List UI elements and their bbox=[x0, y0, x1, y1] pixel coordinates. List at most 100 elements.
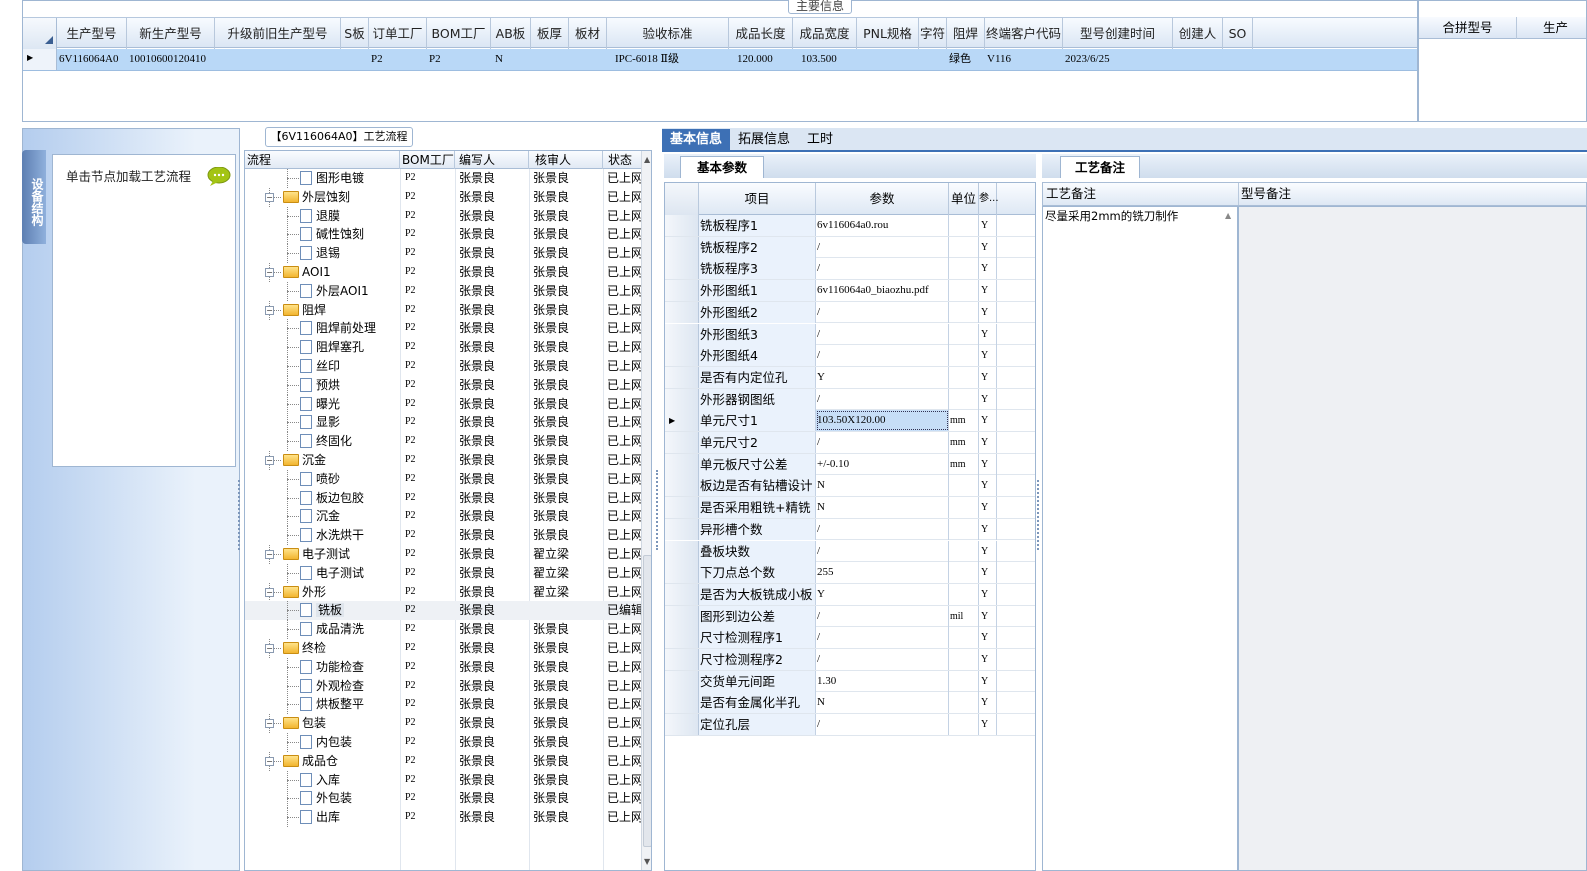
status-col-header[interactable]: 状态 bbox=[603, 151, 641, 169]
col-header-3[interactable]: S板 bbox=[341, 18, 369, 49]
flow-row[interactable]: 退锡 P2 张景良 张景良 已上网 bbox=[245, 244, 641, 264]
flow-row[interactable]: 板边包胶 P2 张景良 张景良 已上网 bbox=[245, 488, 641, 508]
flow-row[interactable]: 碱性蚀刻 P2 张景良 张景良 已上网 bbox=[245, 225, 641, 245]
cell-6[interactable]: N bbox=[491, 49, 531, 70]
flow-row[interactable]: − 外层蚀刻 P2 张景良 张景良 已上网 bbox=[245, 187, 641, 207]
cell-13[interactable] bbox=[919, 49, 947, 70]
param-row-header[interactable] bbox=[665, 280, 699, 302]
flow-row[interactable]: − AOI1 P2 张景良 张景良 已上网 bbox=[245, 263, 641, 282]
param-row[interactable]: 异形槽个数 / Y bbox=[665, 518, 1035, 541]
writer-col-header[interactable]: 编写人 bbox=[455, 151, 529, 169]
cell-2[interactable] bbox=[215, 49, 341, 70]
tab-process-notes[interactable]: 工艺备注 bbox=[1060, 156, 1140, 178]
top-grid-corner[interactable] bbox=[23, 18, 57, 49]
param-row-header[interactable] bbox=[665, 453, 699, 475]
flow-row[interactable]: − 电子测试 P2 张景良 翟立梁 已上网 bbox=[245, 545, 641, 564]
cell-18[interactable] bbox=[1223, 49, 1253, 70]
notes-scroll-up-icon[interactable]: ▲ bbox=[1225, 211, 1231, 220]
param-value[interactable]: / bbox=[816, 714, 949, 736]
flow-row[interactable]: 预烘 P2 张景良 张景良 已上网 bbox=[245, 375, 641, 395]
param-row[interactable]: 叠板块数 / Y bbox=[665, 540, 1035, 563]
param-row-header[interactable] bbox=[665, 540, 699, 562]
param-row[interactable]: 外形器钢图纸 / Y bbox=[665, 388, 1035, 411]
scroll-up-icon[interactable]: ▲ bbox=[644, 155, 650, 164]
flow-row[interactable]: 喷砂 P2 张景良 张景良 已上网 bbox=[245, 469, 641, 489]
param-row[interactable]: 铣板程序1 6v116064a0.rou Y bbox=[665, 215, 1035, 237]
param-value[interactable]: 6v116064a0_biaozhu.pdf bbox=[816, 280, 949, 302]
flow-col-header[interactable]: 流程 bbox=[245, 151, 400, 169]
param-row-header[interactable] bbox=[665, 714, 699, 736]
col-header-8[interactable]: 板材 bbox=[569, 18, 607, 49]
param-row[interactable]: 是否有内定位孔 Y Y bbox=[665, 366, 1035, 389]
item-col-header[interactable]: 项目 bbox=[699, 183, 816, 215]
param-value[interactable]: / bbox=[816, 605, 949, 627]
param-value[interactable]: 1.30 bbox=[816, 670, 949, 692]
param-row-header[interactable] bbox=[665, 605, 699, 627]
param-row[interactable]: 定位孔层 / Y bbox=[665, 714, 1035, 736]
collapse-toggle-icon[interactable]: − bbox=[265, 587, 274, 597]
param-row[interactable]: ▶ 单元尺寸1 103.50X120.00 mm Y bbox=[665, 410, 1035, 432]
flow-row[interactable]: 铣板 P2 张景良 已编辑 bbox=[245, 601, 641, 621]
col-header-17[interactable]: 创建人 bbox=[1173, 18, 1223, 49]
col-header-5[interactable]: BOM工厂 bbox=[427, 18, 491, 49]
flow-row[interactable]: 曝光 P2 张景良 张景良 已上网 bbox=[245, 394, 641, 414]
param-value[interactable]: / bbox=[816, 388, 949, 410]
flow-row[interactable]: 烘板整平 P2 张景良 张景良 已上网 bbox=[245, 695, 641, 715]
col-header-4[interactable]: 订单工厂 bbox=[369, 18, 427, 49]
param-value[interactable]: 6v116064a0.rou bbox=[816, 215, 949, 236]
param-value[interactable]: / bbox=[816, 345, 949, 367]
param-value[interactable]: / bbox=[816, 236, 949, 258]
param-row-header[interactable] bbox=[665, 301, 699, 323]
param-value[interactable]: / bbox=[816, 323, 949, 345]
col-header-12[interactable]: PNL规格 bbox=[857, 18, 919, 49]
col-header-6[interactable]: AB板 bbox=[491, 18, 531, 49]
tree-scrollbar[interactable]: ▲ ▼ bbox=[641, 151, 651, 870]
collapse-toggle-icon[interactable]: − bbox=[265, 719, 274, 729]
flow-row[interactable]: 电子测试 P2 张景良 翟立梁 已上网 bbox=[245, 563, 641, 583]
param-row-header[interactable] bbox=[665, 562, 699, 584]
param-row-header[interactable] bbox=[665, 366, 699, 388]
main-info-tab[interactable]: 主要信息 bbox=[788, 0, 852, 14]
flow-row[interactable]: 外观检查 P2 张景良 张景良 已上网 bbox=[245, 676, 641, 696]
flow-row[interactable]: − 终检 P2 张景良 张景良 已上网 bbox=[245, 639, 641, 658]
cell-0[interactable]: 6V116064A0 bbox=[57, 49, 127, 70]
flow-row[interactable]: 水洗烘干 P2 张景良 张景良 已上网 bbox=[245, 526, 641, 546]
cell-5[interactable]: P2 bbox=[427, 49, 491, 70]
param-row-header[interactable] bbox=[665, 345, 699, 367]
cell-16[interactable]: 2023/6/25 bbox=[1063, 49, 1173, 70]
flow-row[interactable]: 外层AOI1 P2 张景良 张景良 已上网 bbox=[245, 281, 641, 301]
param-row[interactable]: 外形图纸2/ Y bbox=[665, 301, 1035, 324]
cell-17[interactable] bbox=[1173, 49, 1223, 70]
param-row-header[interactable] bbox=[665, 692, 699, 714]
scroll-down-icon[interactable]: ▼ bbox=[644, 857, 650, 866]
param-value[interactable]: / bbox=[816, 540, 949, 562]
cell-14[interactable]: 绿色 bbox=[947, 49, 985, 70]
right-splitter-handle[interactable] bbox=[1037, 480, 1041, 550]
param-row[interactable]: 尺寸检测程序2/ Y bbox=[665, 649, 1035, 671]
param-value[interactable]: / bbox=[816, 518, 949, 540]
param-row[interactable]: 单元尺寸2/mm Y bbox=[665, 432, 1035, 454]
cell-3[interactable] bbox=[341, 49, 369, 70]
tab-work-hours[interactable]: 工时 bbox=[799, 129, 841, 151]
param-row[interactable]: 交货单元间距 1.30 Y bbox=[665, 670, 1035, 693]
param-value[interactable]: Y bbox=[816, 366, 949, 388]
flow-row[interactable]: 入库 P2 张景良 张景良 已上网 bbox=[245, 770, 641, 790]
param-value[interactable]: / bbox=[816, 432, 949, 453]
product-grid-row[interactable]: ▶ 6V116064A0 10010600120410 P2 P2 N IPC-6018 Ⅱ… bbox=[23, 49, 1417, 71]
flow-row[interactable]: 功能检查 P2 张景良 张景良 已上网 bbox=[245, 657, 641, 677]
collapse-toggle-icon[interactable]: − bbox=[265, 550, 274, 559]
param-row-header[interactable] bbox=[665, 236, 699, 258]
param-value[interactable]: / bbox=[816, 627, 949, 649]
tree-scroll-thumb[interactable] bbox=[643, 555, 651, 847]
param-row[interactable]: 是否为大板铣成小板 Y Y bbox=[665, 583, 1035, 606]
cell-1[interactable]: 10010600120410 bbox=[127, 49, 215, 70]
param-row[interactable]: 单元板尺寸公差 +/-0.10 mm Y bbox=[665, 453, 1035, 476]
param-value[interactable]: N bbox=[816, 692, 949, 714]
param-value[interactable]: 255 bbox=[816, 562, 949, 584]
collapse-toggle-icon[interactable]: − bbox=[265, 305, 274, 315]
param-row[interactable]: 铣板程序3/ Y bbox=[665, 258, 1035, 281]
param-row[interactable]: 外形图纸1 6v116064a0_biaozhu.pdf Y bbox=[665, 280, 1035, 302]
param-value[interactable]: / bbox=[816, 258, 949, 280]
param-row[interactable]: 是否有金属化半孔 N Y bbox=[665, 692, 1035, 715]
param-row-header[interactable] bbox=[665, 497, 699, 519]
